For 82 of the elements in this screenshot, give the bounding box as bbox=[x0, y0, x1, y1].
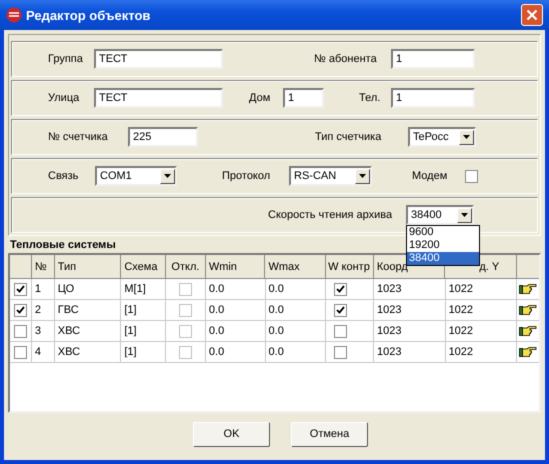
pointing-hand-icon[interactable] bbox=[519, 283, 538, 295]
field-label: Улица bbox=[48, 92, 80, 104]
table-cell: 3 bbox=[32, 321, 55, 341]
dropdown[interactable]: TeРосс bbox=[408, 127, 476, 147]
table-cell: 0.0 bbox=[266, 321, 326, 341]
table-cell: 0.0 bbox=[266, 300, 326, 320]
table-cell: 4 bbox=[32, 342, 55, 362]
row-checkbox[interactable] bbox=[14, 304, 27, 316]
column-header: Wmax bbox=[265, 255, 326, 278]
field-label: № абонента bbox=[314, 53, 378, 65]
dropdown[interactable]: RS-CAN bbox=[289, 166, 372, 186]
table-cell: 1022 bbox=[446, 300, 518, 320]
off-checkbox[interactable] bbox=[179, 324, 192, 338]
section-title: Тепловые системы bbox=[10, 239, 116, 252]
app-logo-icon bbox=[6, 7, 22, 23]
table-cell: 2 bbox=[32, 300, 55, 320]
text-field[interactable]: 1 bbox=[283, 88, 324, 108]
table-cell: [1] bbox=[121, 342, 166, 362]
table-cell: 0.0 bbox=[206, 321, 266, 341]
close-icon bbox=[526, 9, 538, 21]
text-field[interactable]: 1 bbox=[391, 88, 475, 108]
table-cell: 1022 bbox=[446, 321, 518, 341]
table-cell: 0.0 bbox=[206, 279, 266, 299]
table-cell: 1023 bbox=[374, 321, 446, 341]
table-cell: 1023 bbox=[374, 279, 446, 299]
text-field[interactable]: ТЕСТ bbox=[94, 49, 223, 69]
row-checkbox[interactable] bbox=[14, 282, 27, 296]
table-cell: [1] bbox=[121, 300, 166, 320]
control-checkbox[interactable] bbox=[334, 346, 348, 358]
table-cell: 1022 bbox=[446, 342, 518, 362]
dropdown[interactable]: COM1 bbox=[95, 166, 177, 186]
field-label: Модем bbox=[412, 170, 448, 182]
text-field[interactable]: 1 bbox=[391, 49, 475, 69]
table-cell: 0.0 bbox=[266, 342, 326, 362]
dropdown-option[interactable]: 9600 bbox=[407, 226, 479, 239]
checkbox[interactable] bbox=[465, 170, 478, 182]
table-cell: ГВС bbox=[54, 300, 122, 320]
control-checkbox[interactable] bbox=[334, 282, 348, 296]
field-label: Тип счетчика bbox=[315, 131, 382, 143]
field-label: Дом bbox=[249, 92, 272, 104]
table-cell: 1023 bbox=[374, 300, 446, 320]
column-header: Тип bbox=[54, 255, 122, 278]
column-header: Схема bbox=[121, 255, 166, 278]
pointing-hand-icon[interactable] bbox=[519, 346, 538, 358]
column-header: W контр bbox=[326, 255, 374, 278]
table-cell: ХВС bbox=[54, 321, 122, 341]
field-label: Тел. bbox=[359, 92, 382, 104]
row-checkbox[interactable] bbox=[14, 346, 27, 358]
table-cell: 1 bbox=[32, 279, 55, 299]
cancel-button[interactable]: Отмена bbox=[291, 422, 368, 446]
ok-button[interactable]: OK bbox=[193, 422, 270, 446]
column-header: Wmin bbox=[206, 255, 266, 278]
table-cell: 0.0 bbox=[266, 279, 326, 299]
field-label: Скорость чтения архива bbox=[268, 209, 394, 221]
row-checkbox[interactable] bbox=[14, 324, 27, 338]
dropdown-option[interactable]: 38400 bbox=[407, 252, 479, 265]
close-button[interactable] bbox=[521, 4, 543, 26]
field-label: Протокол bbox=[222, 170, 272, 182]
text-field[interactable]: ТЕСТ bbox=[94, 88, 223, 108]
text-field[interactable]: 225 bbox=[128, 127, 198, 147]
field-label: Группа bbox=[48, 53, 84, 65]
column-header: Откл. bbox=[166, 255, 206, 278]
table-cell: [1] bbox=[121, 321, 166, 341]
pointing-hand-icon[interactable] bbox=[519, 304, 538, 316]
dropdown-option[interactable]: 19200 bbox=[407, 239, 479, 252]
off-checkbox[interactable] bbox=[179, 282, 192, 296]
table-cell: 0.0 bbox=[206, 300, 266, 320]
window-title: Редактор объектов bbox=[26, 8, 152, 22]
table-cell: 1023 bbox=[374, 342, 446, 362]
off-checkbox[interactable] bbox=[179, 346, 192, 358]
table-cell: 0.0 bbox=[206, 342, 266, 362]
table-cell: ХВС bbox=[54, 342, 122, 362]
table-cell: 1022 bbox=[446, 279, 518, 299]
control-checkbox[interactable] bbox=[334, 324, 348, 338]
field-label: Связь bbox=[48, 170, 80, 182]
off-checkbox[interactable] bbox=[179, 304, 192, 316]
table-cell: ЦО bbox=[54, 279, 122, 299]
column-header: № bbox=[32, 255, 55, 278]
control-checkbox[interactable] bbox=[334, 304, 348, 316]
pointing-hand-icon[interactable] bbox=[519, 325, 538, 337]
field-label: № счетчика bbox=[48, 131, 109, 143]
table-cell: M[1] bbox=[121, 279, 166, 299]
